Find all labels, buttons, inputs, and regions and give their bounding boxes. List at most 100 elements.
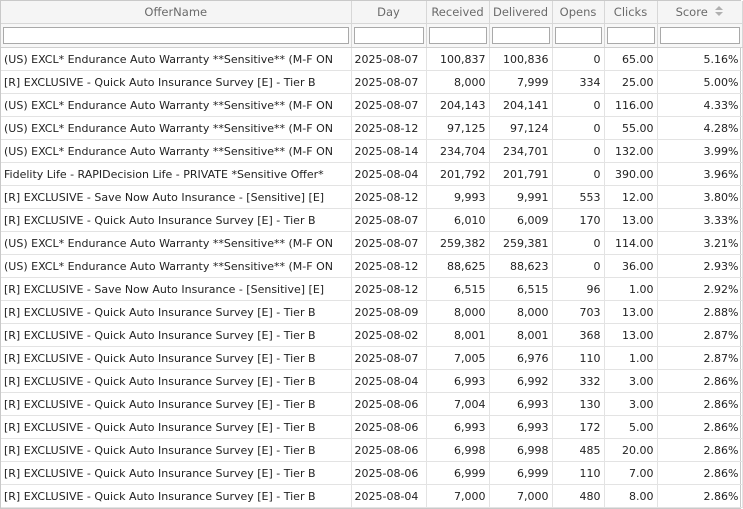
filter-cell: [552, 23, 605, 48]
cell-clicks: 13.00: [604, 208, 658, 232]
cell-delivered: 8,001: [489, 323, 553, 347]
table-row[interactable]: [R] EXCLUSIVE - Quick Auto Insurance Sur…: [1, 484, 743, 508]
cell-delivered: 201,791: [489, 162, 553, 186]
table-row[interactable]: [R] EXCLUSIVE - Quick Auto Insurance Sur…: [1, 392, 743, 416]
table-row[interactable]: [R] EXCLUSIVE - Quick Auto Insurance Sur…: [1, 208, 743, 232]
cell-opens: 110: [552, 346, 605, 370]
cell-clicks: 1.00: [604, 346, 658, 370]
cell-day: 2025-08-12: [351, 185, 427, 209]
table-row[interactable]: [R] EXCLUSIVE - Save Now Auto Insurance …: [1, 277, 743, 301]
cell-day: 2025-08-06: [351, 461, 427, 485]
cell-day: 2025-08-06: [351, 415, 427, 439]
table-row[interactable]: [R] EXCLUSIVE - Quick Auto Insurance Sur…: [1, 438, 743, 462]
column-header-label: Opens: [559, 5, 597, 19]
cell-clicks: 55.00: [604, 116, 658, 140]
table-row[interactable]: (US) EXCL* Endurance Auto Warranty **Sen…: [1, 254, 743, 278]
cell-day: 2025-08-14: [351, 139, 427, 163]
cell-delivered: 204,141: [489, 93, 553, 117]
cell-clicks: 65.00: [604, 47, 658, 71]
column-header-received[interactable]: Received: [426, 1, 490, 24]
filter-cell: [489, 23, 553, 48]
filter-input-opens[interactable]: [554, 27, 602, 44]
cell-delivered: 9,991: [489, 185, 553, 209]
filter-input-received[interactable]: [428, 27, 487, 44]
table-row[interactable]: Fidelity Life - RAPIDecision Life - PRIV…: [1, 162, 743, 186]
filter-input-score[interactable]: [659, 27, 740, 44]
table-row[interactable]: [R] EXCLUSIVE - Quick Auto Insurance Sur…: [1, 461, 743, 485]
cell-offername: (US) EXCL* Endurance Auto Warranty **Sen…: [1, 93, 352, 117]
filter-input-day[interactable]: [353, 27, 424, 44]
cell-opens: 553: [552, 185, 605, 209]
cell-clicks: 5.00: [604, 415, 658, 439]
cell-delivered: 6,993: [489, 415, 553, 439]
cell-delivered: 6,009: [489, 208, 553, 232]
cell-opens: 172: [552, 415, 605, 439]
cell-delivered: 234,701: [489, 139, 553, 163]
offers-grid: OfferName Day Received Delivered Opens C…: [0, 0, 743, 509]
cell-day: 2025-08-04: [351, 369, 427, 393]
table-row[interactable]: (US) EXCL* Endurance Auto Warranty **Sen…: [1, 47, 743, 71]
cell-score: 2.86%: [657, 392, 743, 416]
table-row[interactable]: [R] EXCLUSIVE - Quick Auto Insurance Sur…: [1, 346, 743, 370]
cell-received: 9,993: [426, 185, 490, 209]
cell-received: 6,999: [426, 461, 490, 485]
filter-cell: [351, 23, 427, 48]
cell-offername: [R] EXCLUSIVE - Quick Auto Insurance Sur…: [1, 461, 352, 485]
cell-clicks: 25.00: [604, 70, 658, 94]
cell-offername: [R] EXCLUSIVE - Quick Auto Insurance Sur…: [1, 415, 352, 439]
sort-arrows-icon[interactable]: [715, 5, 724, 19]
cell-clicks: 1.00: [604, 277, 658, 301]
cell-delivered: 88,623: [489, 254, 553, 278]
cell-day: 2025-08-07: [351, 231, 427, 255]
cell-received: 6,998: [426, 438, 490, 462]
cell-delivered: 100,836: [489, 47, 553, 71]
cell-clicks: 132.00: [604, 139, 658, 163]
table-row[interactable]: [R] EXCLUSIVE - Quick Auto Insurance Sur…: [1, 323, 743, 347]
cell-received: 88,625: [426, 254, 490, 278]
cell-offername: Fidelity Life - RAPIDecision Life - PRIV…: [1, 162, 352, 186]
table-row[interactable]: (US) EXCL* Endurance Auto Warranty **Sen…: [1, 231, 743, 255]
table-row[interactable]: [R] EXCLUSIVE - Quick Auto Insurance Sur…: [1, 300, 743, 324]
cell-offername: [R] EXCLUSIVE - Quick Auto Insurance Sur…: [1, 438, 352, 462]
column-header-delivered[interactable]: Delivered: [489, 1, 553, 24]
filter-input-offername[interactable]: [3, 27, 349, 44]
column-header-score[interactable]: Score: [657, 1, 743, 24]
cell-score: 2.86%: [657, 415, 743, 439]
table-row[interactable]: [R] EXCLUSIVE - Quick Auto Insurance Sur…: [1, 415, 743, 439]
cell-offername: [R] EXCLUSIVE - Quick Auto Insurance Sur…: [1, 300, 352, 324]
cell-offername: (US) EXCL* Endurance Auto Warranty **Sen…: [1, 116, 352, 140]
column-header-offername[interactable]: OfferName: [1, 1, 352, 24]
header-row: OfferName Day Received Delivered Opens C…: [1, 1, 743, 24]
filter-input-clicks[interactable]: [606, 27, 655, 44]
column-header-label: Day: [377, 5, 400, 19]
table-row[interactable]: (US) EXCL* Endurance Auto Warranty **Sen…: [1, 139, 743, 163]
cell-opens: 130: [552, 392, 605, 416]
cell-opens: 110: [552, 461, 605, 485]
cell-received: 201,792: [426, 162, 490, 186]
cell-offername: [R] EXCLUSIVE - Quick Auto Insurance Sur…: [1, 369, 352, 393]
cell-offername: (US) EXCL* Endurance Auto Warranty **Sen…: [1, 254, 352, 278]
cell-score: 2.86%: [657, 461, 743, 485]
cell-delivered: 97,124: [489, 116, 553, 140]
cell-opens: 0: [552, 231, 605, 255]
cell-clicks: 116.00: [604, 93, 658, 117]
table-row[interactable]: (US) EXCL* Endurance Auto Warranty **Sen…: [1, 116, 743, 140]
table-row[interactable]: [R] EXCLUSIVE - Quick Auto Insurance Sur…: [1, 369, 743, 393]
cell-received: 234,704: [426, 139, 490, 163]
cell-day: 2025-08-07: [351, 208, 427, 232]
column-header-opens[interactable]: Opens: [552, 1, 605, 24]
cell-delivered: 7,000: [489, 484, 553, 508]
cell-opens: 0: [552, 93, 605, 117]
cell-score: 2.93%: [657, 254, 743, 278]
column-header-day[interactable]: Day: [351, 1, 427, 24]
table-row[interactable]: (US) EXCL* Endurance Auto Warranty **Sen…: [1, 93, 743, 117]
column-header-clicks[interactable]: Clicks: [604, 1, 658, 24]
cell-clicks: 3.00: [604, 369, 658, 393]
table-row[interactable]: [R] EXCLUSIVE - Quick Auto Insurance Sur…: [1, 70, 743, 94]
cell-opens: 96: [552, 277, 605, 301]
table-row[interactable]: [R] EXCLUSIVE - Save Now Auto Insurance …: [1, 185, 743, 209]
cell-received: 8,001: [426, 323, 490, 347]
filter-input-delivered[interactable]: [491, 27, 550, 44]
cell-score: 2.86%: [657, 438, 743, 462]
cell-offername: [R] EXCLUSIVE - Save Now Auto Insurance …: [1, 185, 352, 209]
